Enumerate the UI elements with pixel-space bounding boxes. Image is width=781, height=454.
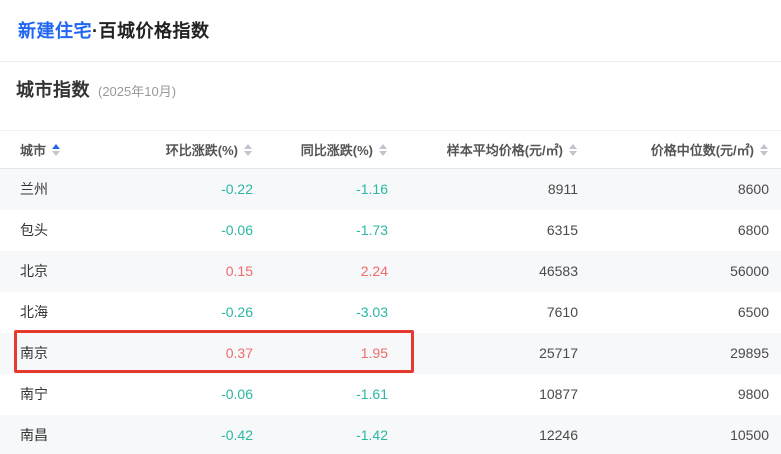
page-title-rest: ·百城价格指数 bbox=[92, 21, 210, 41]
avg-price-cell: 10877 bbox=[539, 386, 578, 402]
table-row-lanzhou[interactable]: 兰州 -0.22 -1.16 8911 8600 bbox=[0, 168, 781, 210]
table-row-nanchang[interactable]: 南昌 -0.42 -1.42 12246 10500 bbox=[0, 414, 781, 454]
col-header-yoy-label: 同比涨跌(%) bbox=[300, 143, 373, 158]
col-header-mom[interactable]: 环比涨跌(%) bbox=[130, 130, 265, 169]
yoy-cell: -1.16 bbox=[356, 181, 388, 198]
yoy-cell: -1.42 bbox=[356, 427, 388, 443]
city-cell: 南昌 bbox=[20, 427, 48, 443]
yoy-cell: -1.61 bbox=[356, 386, 388, 402]
sort-icon-avg-price[interactable] bbox=[569, 143, 578, 156]
sort-icon-city[interactable] bbox=[52, 143, 61, 156]
avg-price-cell: 12246 bbox=[539, 427, 578, 443]
mom-cell: -0.26 bbox=[221, 304, 253, 320]
median-price-cell: 8600 bbox=[737, 181, 769, 198]
avg-price-cell: 46583 bbox=[539, 263, 578, 279]
section-title: 城市指数 bbox=[16, 80, 90, 100]
col-header-median-price-label: 价格中位数(元/㎡) bbox=[650, 143, 754, 158]
table-row-nanning[interactable]: 南宁 -0.06 -1.61 10877 9800 bbox=[0, 374, 781, 415]
mom-cell: -0.42 bbox=[221, 427, 253, 443]
col-header-median-price[interactable]: 价格中位数(元/㎡) bbox=[590, 130, 781, 169]
avg-price-cell: 7610 bbox=[546, 304, 578, 320]
city-index-table: 城市 环比涨跌(%) 同比涨跌(%) 样本平均价格(元/㎡) 价格中位数(元/㎡… bbox=[0, 130, 781, 454]
city-cell: 北海 bbox=[20, 304, 48, 320]
median-price-cell: 9800 bbox=[737, 386, 769, 402]
section-period: (2025年10月) bbox=[98, 84, 177, 99]
table-row-beihai[interactable]: 北海 -0.26 -3.03 7610 6500 bbox=[0, 292, 781, 333]
city-cell: 包头 bbox=[20, 222, 48, 238]
city-cell: 南宁 bbox=[20, 386, 48, 402]
median-price-cell: 10500 bbox=[730, 427, 769, 443]
city-cell: 北京 bbox=[20, 263, 48, 279]
col-header-avg-price-label: 样本平均价格(元/㎡) bbox=[446, 143, 563, 158]
mom-cell: 0.15 bbox=[225, 263, 253, 279]
median-price-cell: 29895 bbox=[730, 345, 769, 361]
page-title: 新建住宅·百城价格指数 bbox=[18, 17, 761, 43]
yoy-cell: -1.73 bbox=[356, 222, 388, 238]
table-row-nanjing[interactable]: 南京 0.37 1.95 25717 29895 bbox=[0, 332, 781, 374]
table-header-row: 城市 环比涨跌(%) 同比涨跌(%) 样本平均价格(元/㎡) 价格中位数(元/㎡… bbox=[0, 130, 781, 169]
page-header: 新建住宅·百城价格指数 bbox=[0, 0, 781, 62]
median-price-cell: 56000 bbox=[730, 263, 769, 279]
avg-price-cell: 8911 bbox=[547, 181, 578, 198]
yoy-cell: 1.95 bbox=[360, 345, 388, 361]
tab-new-housing[interactable]: 新建住宅 bbox=[18, 21, 92, 41]
col-header-avg-price[interactable]: 样本平均价格(元/㎡) bbox=[400, 130, 590, 169]
col-header-city-label: 城市 bbox=[20, 143, 47, 158]
yoy-cell: -3.03 bbox=[356, 304, 388, 320]
sort-icon-mom[interactable] bbox=[244, 143, 253, 156]
sort-icon-median-price[interactable] bbox=[760, 143, 769, 156]
table-row-baotou[interactable]: 包头 -0.06 -1.73 6315 6800 bbox=[0, 210, 781, 251]
avg-price-cell: 6315 bbox=[546, 222, 578, 238]
col-header-mom-label: 环比涨跌(%) bbox=[165, 143, 238, 158]
yoy-cell: 2.24 bbox=[360, 263, 388, 279]
sort-icon-yoy[interactable] bbox=[379, 143, 388, 156]
section-head: 城市指数 (2025年10月) bbox=[16, 76, 765, 102]
avg-price-cell: 25717 bbox=[539, 345, 578, 361]
median-price-cell: 6500 bbox=[737, 304, 769, 320]
mom-cell: -0.22 bbox=[221, 181, 253, 198]
median-price-cell: 6800 bbox=[737, 222, 769, 238]
col-header-city[interactable]: 城市 bbox=[0, 130, 130, 169]
col-header-yoy[interactable]: 同比涨跌(%) bbox=[265, 130, 400, 169]
table-row-beijing[interactable]: 北京 0.15 2.24 46583 56000 bbox=[0, 250, 781, 292]
city-cell: 南京 bbox=[20, 345, 48, 361]
mom-cell: -0.06 bbox=[221, 386, 253, 402]
mom-cell: -0.06 bbox=[221, 222, 253, 238]
city-cell: 兰州 bbox=[20, 181, 48, 198]
mom-cell: 0.37 bbox=[225, 345, 253, 361]
